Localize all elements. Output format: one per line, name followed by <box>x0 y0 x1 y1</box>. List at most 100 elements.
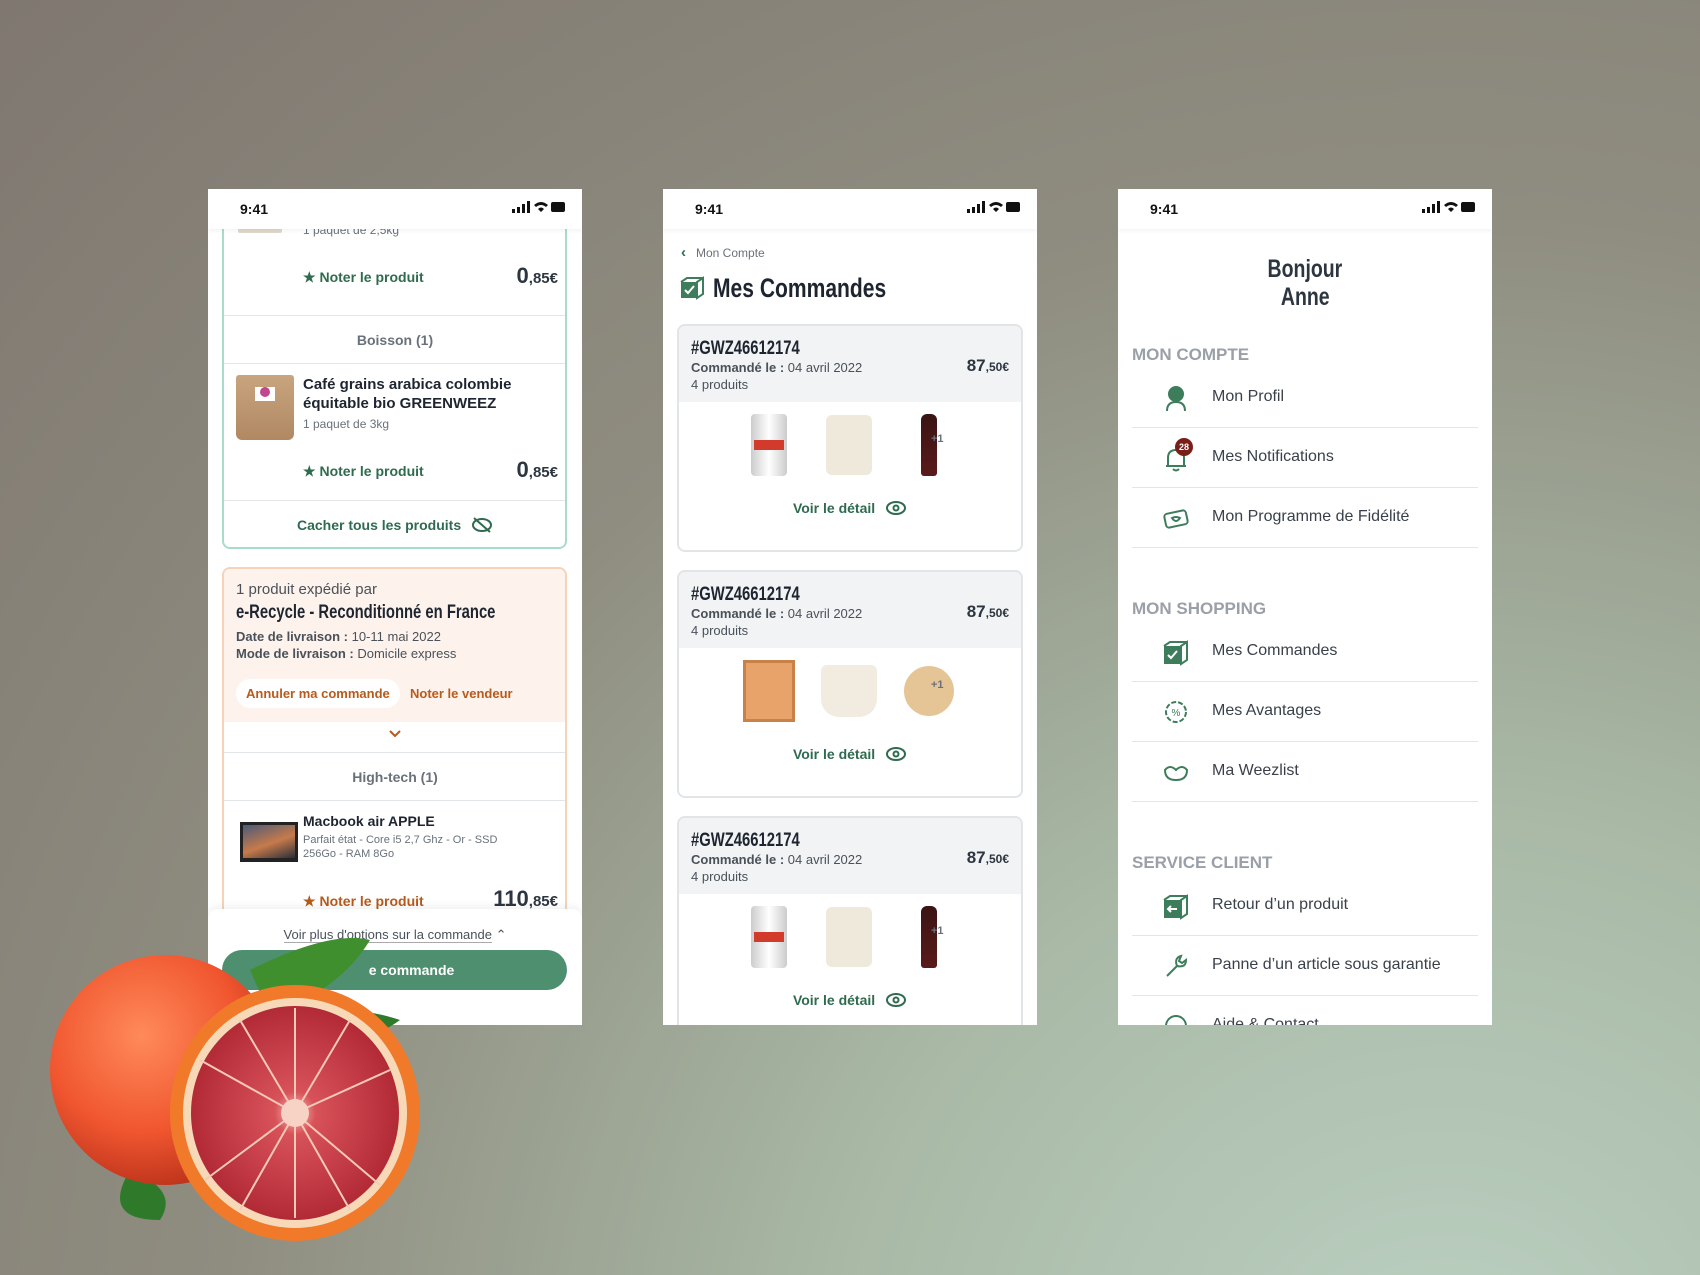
order-price: 87,50€ <box>966 356 1009 375</box>
orders-screen: 9:41 ‹ Mon Compte Mes Commandes #GWZ46612… <box>663 189 1037 1025</box>
grapefruit-decoration <box>50 938 420 1241</box>
order-date: Commandé le : 04 avril 2022 <box>691 606 863 621</box>
status-icons <box>1422 201 1476 213</box>
product-image-tomato-can <box>739 414 799 476</box>
order-date: Commandé le : 04 avril 2022 <box>691 360 863 375</box>
menu-item-ma-weezlist[interactable]: Ma Weezlist <box>1132 742 1478 802</box>
order-count: 4 produits <box>691 377 749 392</box>
notification-badge: 28 <box>1175 438 1193 456</box>
product-image-cookie <box>899 666 959 716</box>
hide-products-button[interactable]: Cacher tous les produits <box>208 517 582 536</box>
seller-intro: 1 produit expédié par <box>236 581 377 598</box>
product-image-rice-bag <box>819 415 879 475</box>
eye-icon <box>885 500 907 519</box>
status-bar: 9:41 <box>208 189 582 229</box>
menu-item-label: Ma Weezlist <box>1212 762 1299 779</box>
category-boisson: Boisson (1) <box>356 332 434 348</box>
product-price: 0,85€ <box>516 263 558 288</box>
product-price: 0,85€ <box>516 457 558 482</box>
view-detail-link[interactable]: Voir le détail <box>679 500 1021 519</box>
rate-product-link[interactable]: ★ Noter le produit <box>303 269 424 286</box>
status-icons <box>512 201 566 213</box>
product-image-rice-bag <box>819 907 879 967</box>
account-screen: 9:41 Bonjour Anne MON COMPTE Mon Profil 28… <box>1118 189 1492 1025</box>
order-products <box>729 412 969 478</box>
status-time: 9:41 <box>1150 201 1179 217</box>
wrench-icon <box>1162 952 1190 980</box>
profile-icon <box>1162 384 1190 412</box>
order-header: #GWZ46612174 Commandé le : 04 avril 2022… <box>679 572 1021 648</box>
order-detail-screen: 9:41 1 paquet de 2,5kg ★ Noter le produi… <box>208 189 582 1025</box>
order-id: #GWZ46612174 <box>691 830 800 851</box>
rate-label: Noter le produit <box>319 269 424 285</box>
eye-off-icon <box>471 517 493 536</box>
greeting: Bonjour Anne <box>1267 255 1343 311</box>
product-qty: 1 paquet de 3kg <box>303 417 390 431</box>
star-icon: ★ <box>303 269 316 285</box>
rate-product-link[interactable]: ★ Noter le produit <box>303 893 424 910</box>
hide-products-label: Cacher tous les produits <box>296 517 462 534</box>
menu-item-panne-d-un-article-sous-garantie[interactable]: Panne d’un article sous garantie <box>1132 936 1478 996</box>
star-icon: ★ <box>303 463 316 479</box>
rate-label: Noter le produit <box>319 463 424 479</box>
menu-item-aide-contact[interactable]: Aide & Contact <box>1132 996 1478 1025</box>
status-bar: 9:41 <box>1118 189 1492 229</box>
box-return-icon <box>1162 892 1190 920</box>
view-detail-link[interactable]: Voir le détail <box>679 992 1021 1011</box>
order-price: 87,50€ <box>966 602 1009 621</box>
rate-product-link[interactable]: ★ Noter le produit <box>303 463 424 480</box>
product-image-juice-bottle <box>899 414 959 476</box>
order-card[interactable]: #GWZ46612174 Commandé le : 04 avril 2022… <box>677 570 1023 798</box>
menu-item-label: Mes Commandes <box>1212 642 1338 659</box>
discount-badge-icon: % <box>1162 698 1190 726</box>
product-name[interactable]: Café grains arabica colombie équitable bi… <box>303 375 511 413</box>
menu-item-label: Panne d’un article sous garantie <box>1212 956 1441 973</box>
more-products-count: +1 <box>931 433 944 445</box>
view-detail-link[interactable]: Voir le détail <box>679 746 1021 765</box>
help-icon <box>1162 1012 1190 1025</box>
menu-item-retour-d-un-produit[interactable]: Retour d’un produit <box>1132 876 1478 936</box>
chevron-down-icon[interactable] <box>208 725 582 741</box>
eye-icon <box>885 992 907 1011</box>
order-id: #GWZ46612174 <box>691 338 800 359</box>
seller-name: e-Recycle - Reconditionné en France <box>236 602 496 623</box>
section-title: MON COMPTE <box>1132 345 1250 364</box>
more-products-count: +1 <box>931 925 944 937</box>
cancel-order-button[interactable]: Annuler ma commande <box>236 679 400 708</box>
delivery-date: Date de livraison : 10-11 mai 2022 <box>236 629 441 644</box>
order-products <box>729 658 969 724</box>
menu-item-label: Mes Avantages <box>1212 702 1322 719</box>
product-specs: Parfait état - Core i5 2,7 Ghz - Or - SS… <box>303 834 498 860</box>
products-card <box>222 189 567 549</box>
box-check-icon <box>1162 638 1190 666</box>
order-id: #GWZ46612174 <box>691 584 800 605</box>
heart-icon <box>1162 758 1190 786</box>
macbook-image <box>240 822 298 862</box>
rate-label: Noter le produit <box>319 893 424 909</box>
menu-item-mes-commandes[interactable]: Mes Commandes <box>1132 622 1478 682</box>
order-card[interactable]: #GWZ46612174 Commandé le : 04 avril 2022… <box>677 324 1023 552</box>
delivery-mode: Mode de livraison : Domicile express <box>236 646 457 661</box>
menu-item-label: Mon Profil <box>1212 388 1285 405</box>
menu-item-mes-avantages[interactable]: % Mes Avantages <box>1132 682 1478 742</box>
order-date: Commandé le : 04 avril 2022 <box>691 852 863 867</box>
order-price: 87,50€ <box>966 848 1009 867</box>
section-title: MON SHOPPING <box>1132 599 1267 618</box>
menu-item-mon-profil[interactable]: Mon Profil <box>1132 368 1478 428</box>
svg-text:%: % <box>1172 708 1181 719</box>
eye-icon <box>885 746 907 765</box>
menu-item-mes-notifications[interactable]: 28 Mes Notifications <box>1132 428 1478 488</box>
product-image-tofu-pack <box>739 660 799 722</box>
order-card[interactable]: #GWZ46612174 Commandé le : 04 avril 2022… <box>677 816 1023 1025</box>
page-title: Mes Commandes <box>713 273 887 303</box>
box-check-icon <box>679 276 705 305</box>
chevron-left-icon: ‹ <box>681 244 686 261</box>
status-time: 9:41 <box>695 201 724 217</box>
product-name[interactable]: Macbook air APPLE <box>303 813 435 829</box>
rate-seller-link[interactable]: Noter le vendeur <box>410 686 513 701</box>
section-title: SERVICE CLIENT <box>1132 853 1273 872</box>
back-button[interactable]: ‹ Mon Compte <box>681 244 765 261</box>
product-image-juice-bottle <box>899 906 959 968</box>
menu-item-mon-programme-de-fid-lit-[interactable]: Mon Programme de Fidélité <box>1132 488 1478 548</box>
order-header: #GWZ46612174 Commandé le : 04 avril 2022… <box>679 326 1021 402</box>
